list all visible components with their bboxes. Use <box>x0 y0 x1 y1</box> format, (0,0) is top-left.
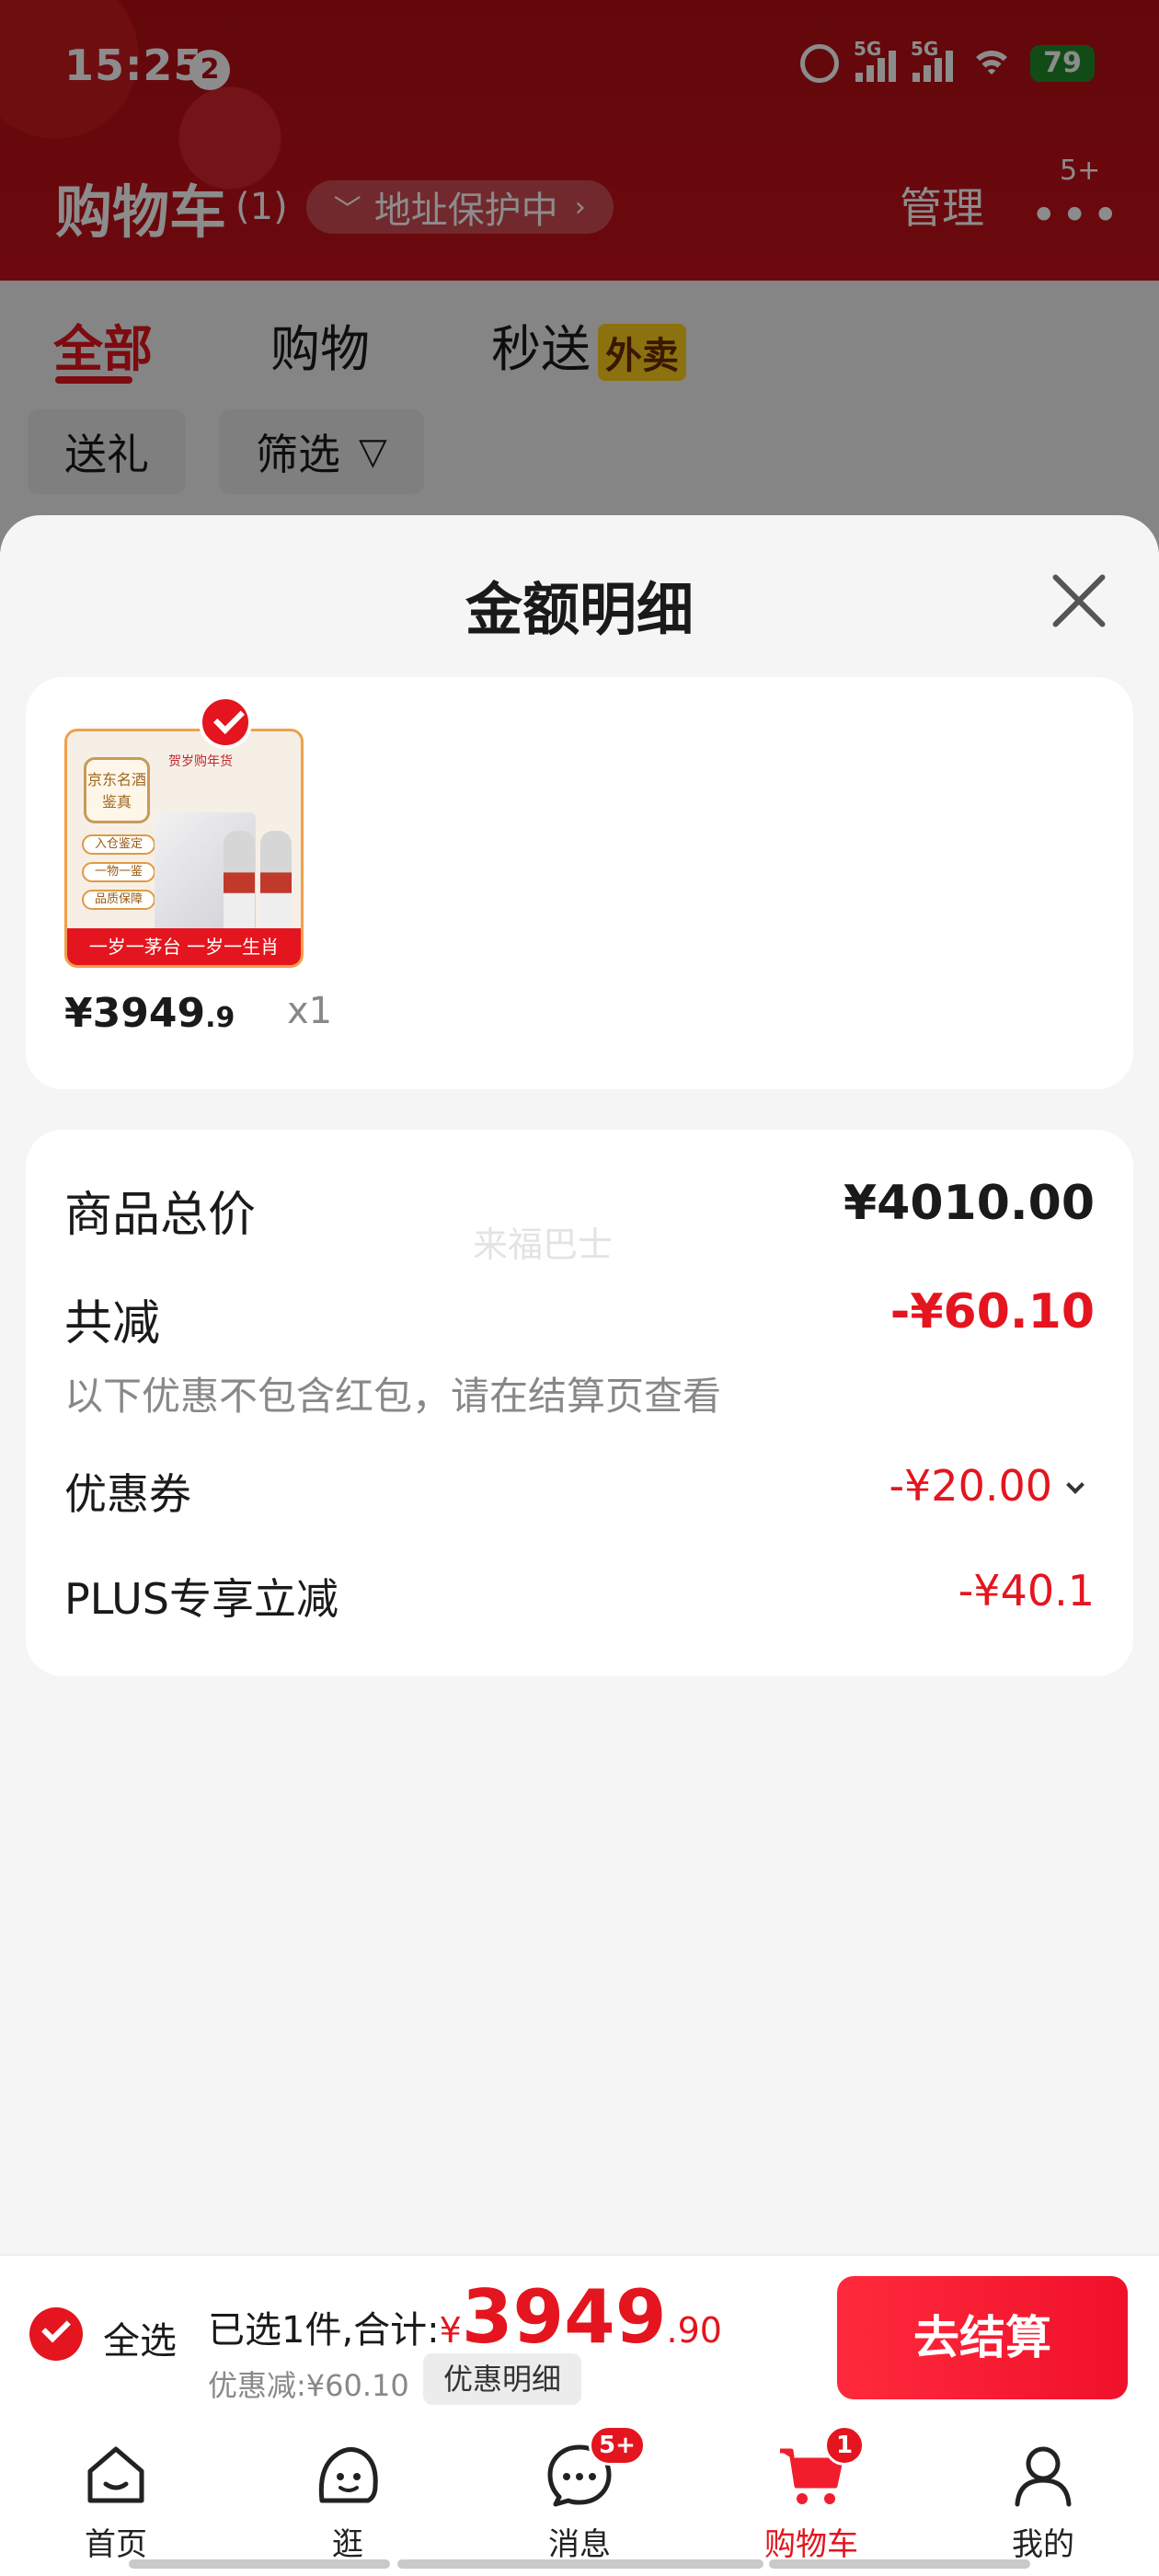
watermark: 来福巴士 <box>473 1225 614 1265</box>
coupon-row[interactable]: -¥20.00 <box>889 1461 1084 1511</box>
close-icon[interactable] <box>1049 570 1109 631</box>
product-price-main: ¥3949 <box>64 990 206 1037</box>
total-amount-int: 3949 <box>461 2274 667 2360</box>
cart-badge: 1 <box>824 2425 865 2466</box>
tabbar-item-messages[interactable]: 5+ 消息 <box>464 2416 695 2576</box>
total-reduction-value: -¥60.10 <box>889 1284 1095 1340</box>
total-reduction-label: 共减 <box>64 1296 161 1351</box>
authentic-seal: 京东名酒鉴真 <box>84 757 150 823</box>
modal-backdrop[interactable] <box>0 0 1159 552</box>
product-image-band: 一岁一茅台 一岁一生肖 <box>67 928 301 965</box>
plus-discount-value: -¥40.1 <box>958 1566 1095 1616</box>
tabbar-item-cart[interactable]: 1 购物车 <box>695 2416 927 2576</box>
select-all-checkbox[interactable] <box>29 2307 83 2361</box>
reduction-note: 以下优惠不包含红包，请在结算页查看 <box>64 1374 722 1419</box>
profile-icon <box>1015 2446 1072 2507</box>
image-tag: 品质保障 <box>82 890 155 910</box>
bottle-graphic <box>260 831 292 934</box>
discount-detail-button[interactable]: 优惠明细 <box>423 2353 582 2405</box>
select-all-label[interactable]: 全选 <box>103 2311 177 2364</box>
tabbar-item-browse[interactable]: 逛 <box>232 2416 464 2576</box>
product-quantity: x1 <box>287 990 333 1032</box>
summary-prefix: 已选1件,合计: <box>208 2309 440 2352</box>
product-image-header: 贺岁购年货 <box>168 754 233 769</box>
bottle-graphic <box>224 831 255 934</box>
tabbar-label: 消息 <box>548 2526 611 2563</box>
coupon-value: -¥20.00 <box>889 1461 1052 1511</box>
product-image[interactable]: 贺岁购年货 京东名酒鉴真 入仓鉴定 一物一鉴 品质保障 一岁一茅台 一岁一生肖 <box>64 729 304 968</box>
image-tag: 入仓鉴定 <box>82 834 155 855</box>
bottom-tab-bar: 首页 逛 5+ 消息 1 购物车 我的 <box>0 2416 1159 2576</box>
coupon-label: 优惠券 <box>64 1469 191 1519</box>
amount-detail-sheet: 金额明细 贺岁购年货 京东名酒鉴真 入仓鉴定 一物一鉴 品质保障 一岁一茅台 一… <box>0 515 1159 2254</box>
total-amount-dec: .90 <box>666 2310 722 2351</box>
total-summary: 已选1件,合计:¥3949.90 <box>208 2274 722 2360</box>
price-breakdown-card: 来福巴士 商品总价 ¥4010.00 共减 -¥60.10 以下优惠不包含红包，… <box>26 1130 1133 1676</box>
tabbar-item-home[interactable]: 首页 <box>0 2416 232 2576</box>
product-price: ¥3949.9 <box>64 990 235 1037</box>
currency-symbol: ¥ <box>439 2310 462 2351</box>
browse-icon <box>318 2447 378 2503</box>
product-price-decimal: .9 <box>205 1002 235 1034</box>
tabbar-label: 购物车 <box>764 2526 858 2563</box>
selected-check-icon <box>199 696 252 749</box>
image-tag: 一物一鉴 <box>82 862 155 882</box>
gesture-bar <box>397 2559 763 2569</box>
total-price-label: 商品总价 <box>64 1188 257 1243</box>
home-icon <box>87 2446 144 2503</box>
checkout-button[interactable]: 去结算 <box>837 2276 1128 2399</box>
gesture-bar <box>769 2559 1030 2569</box>
discount-summary: 优惠减:¥60.10 <box>208 2368 409 2403</box>
tabbar-label: 首页 <box>85 2526 147 2563</box>
message-badge: 5+ <box>589 2425 646 2466</box>
checkout-bar: 全选 已选1件,合计:¥3949.90 优惠减:¥60.10 优惠明细 去结算 <box>0 2254 1159 2416</box>
chevron-down-icon <box>1066 1476 1084 1494</box>
product-card: 贺岁购年货 京东名酒鉴真 入仓鉴定 一物一鉴 品质保障 一岁一茅台 一岁一生肖 … <box>26 677 1133 1089</box>
plus-discount-label: PLUS专享立减 <box>64 1574 339 1624</box>
sheet-title: 金额明细 <box>465 576 694 643</box>
tabbar-label: 我的 <box>1012 2526 1074 2563</box>
tabbar-item-profile[interactable]: 我的 <box>927 2416 1159 2576</box>
total-price-value: ¥4010.00 <box>843 1176 1095 1231</box>
gesture-bar <box>129 2559 390 2569</box>
tabbar-label: 逛 <box>332 2526 363 2563</box>
